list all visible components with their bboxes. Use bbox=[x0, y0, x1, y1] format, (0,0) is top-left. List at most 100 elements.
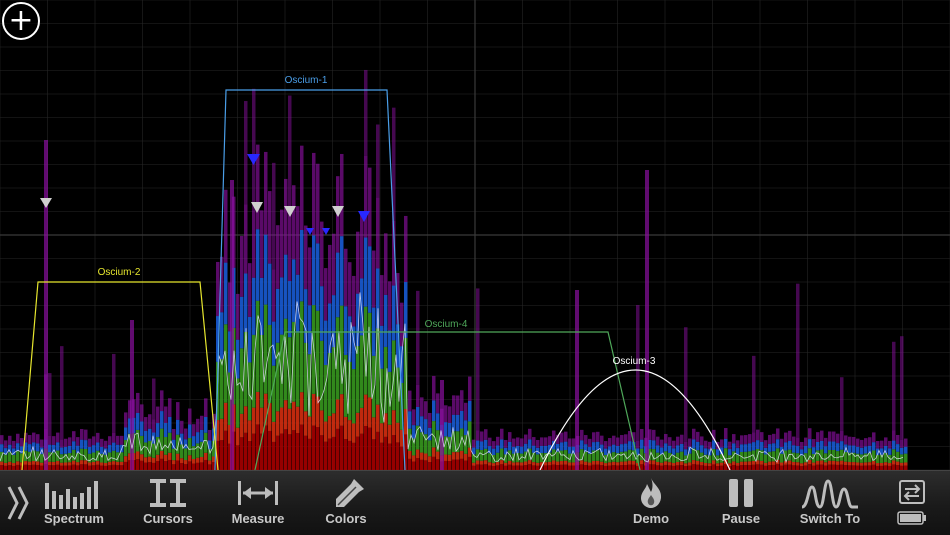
spectrum-bar bbox=[396, 442, 400, 470]
spectrum-bar bbox=[432, 400, 436, 422]
spectrum-bar bbox=[652, 429, 656, 441]
spectrum-bar bbox=[240, 235, 244, 297]
eyedropper-icon bbox=[336, 479, 364, 507]
spectrum-bar bbox=[112, 450, 116, 462]
spectrum-bar bbox=[100, 438, 104, 447]
spectrum-bar bbox=[28, 435, 32, 445]
spectrum-bar bbox=[856, 446, 860, 454]
spectrum-bar bbox=[236, 339, 240, 379]
spectrum-bar bbox=[400, 446, 404, 470]
spectrum-bar bbox=[436, 413, 440, 431]
spectrum-bar bbox=[444, 422, 448, 437]
spectrum-bar bbox=[220, 440, 224, 470]
spectrum-bar bbox=[144, 442, 148, 458]
spectrum-bar bbox=[372, 439, 376, 470]
spectrum-bar bbox=[140, 421, 144, 436]
spectrum-bar bbox=[184, 439, 188, 449]
spectrum-bar bbox=[896, 444, 900, 452]
spectrum-bar bbox=[464, 453, 468, 461]
spectrum-bar bbox=[484, 429, 488, 440]
spectrum-bar bbox=[608, 462, 612, 466]
spectrum-bar bbox=[740, 461, 744, 466]
spectrum-bar bbox=[384, 294, 388, 347]
spectrum-bar bbox=[836, 443, 840, 452]
measure-icon bbox=[238, 481, 278, 505]
spectrum-bar bbox=[812, 439, 816, 448]
spectrum-bar bbox=[292, 430, 296, 470]
spectrum-bar bbox=[192, 446, 196, 460]
add-button[interactable]: + bbox=[2, 2, 40, 40]
peak-marker bbox=[40, 198, 52, 208]
measure-button[interactable]: Measure bbox=[224, 471, 292, 535]
spectrum-bar bbox=[844, 435, 848, 445]
spectrum-bar bbox=[176, 402, 180, 420]
spectrum-bar bbox=[188, 438, 192, 456]
spectrum-bar bbox=[832, 460, 836, 465]
switch-device-icon bbox=[899, 480, 925, 504]
spectrum-bar bbox=[512, 438, 516, 447]
spectrum-bar bbox=[324, 268, 328, 321]
demo-label: Demo bbox=[632, 511, 670, 526]
spectrum-graph[interactable]: Oscium-1 Oscium-2 Oscium-4 Oscium-3 bbox=[0, 0, 950, 470]
spectrum-bar bbox=[116, 444, 120, 453]
spectrum-button[interactable]: Spectrum bbox=[40, 471, 108, 535]
spectrum-bar bbox=[388, 281, 392, 331]
spectrum-bar bbox=[352, 423, 356, 443]
spectrum-bar bbox=[124, 412, 128, 428]
spectrum-bar bbox=[380, 442, 384, 470]
spectrum-bar bbox=[420, 452, 424, 460]
spectrum-bar bbox=[536, 454, 540, 463]
spectrum-bar bbox=[436, 451, 440, 460]
spectrum-bar bbox=[856, 462, 860, 466]
spectrum-bar bbox=[508, 450, 512, 461]
spectrum-display[interactable]: Oscium-1 Oscium-2 Oscium-4 Oscium-3 + bbox=[0, 0, 950, 470]
spectrum-bar bbox=[824, 462, 828, 466]
spectrum-bar bbox=[240, 437, 244, 470]
switch-device-button[interactable] bbox=[890, 471, 934, 535]
spectrum-bar bbox=[428, 427, 432, 441]
pause-button[interactable]: Pause bbox=[710, 471, 772, 535]
spectrum-bar bbox=[580, 460, 584, 465]
spectrum-bar bbox=[716, 463, 720, 467]
spectrum-label: Spectrum bbox=[44, 511, 104, 526]
switch-to-button[interactable]: Switch To bbox=[794, 471, 866, 535]
spectrum-bar bbox=[524, 443, 528, 452]
cursors-button[interactable]: Cursors bbox=[134, 471, 202, 535]
spectrum-bar bbox=[456, 414, 460, 432]
app-window: Oscium-1 Oscium-2 Oscium-4 Oscium-3 + Sp… bbox=[0, 0, 950, 535]
spectrum-bar bbox=[456, 395, 460, 415]
spectrum-bar bbox=[188, 455, 192, 462]
spectrum-spike bbox=[230, 180, 234, 470]
spectrum-bar bbox=[60, 462, 64, 466]
spectrum-bar bbox=[140, 435, 144, 455]
spectrum-bar bbox=[172, 460, 176, 465]
spectrum-bar bbox=[768, 461, 772, 466]
spectrum-bar bbox=[308, 247, 312, 306]
spectrum-bar bbox=[528, 460, 532, 465]
spectrum-bar bbox=[360, 407, 364, 434]
spectrum-bar bbox=[248, 316, 252, 363]
spectrum-bar bbox=[864, 453, 868, 463]
expand-toolbar-button[interactable] bbox=[2, 471, 34, 535]
spectrum-bar bbox=[484, 439, 488, 449]
demo-button[interactable]: Demo bbox=[620, 471, 682, 535]
spectrum-bar bbox=[700, 461, 704, 466]
spectrum-bar bbox=[672, 448, 676, 455]
spectrum-bar bbox=[868, 437, 872, 446]
spectrum-bar bbox=[76, 462, 80, 466]
spectrum-bar bbox=[888, 440, 892, 449]
spectrum-bar bbox=[552, 430, 556, 441]
spectrum-bar bbox=[320, 435, 324, 470]
spectrum-bar bbox=[880, 462, 884, 466]
spectrum-bar bbox=[504, 462, 508, 466]
spectrum-bar bbox=[160, 390, 164, 412]
spectrum-bar bbox=[808, 459, 812, 465]
spectrum-bar bbox=[660, 462, 664, 466]
spectrum-bar bbox=[636, 440, 640, 449]
colors-button[interactable]: Colors bbox=[312, 471, 380, 535]
spectrum-spike bbox=[636, 304, 640, 441]
spectrum-bar bbox=[380, 423, 384, 443]
spectrum-bar bbox=[464, 402, 468, 421]
spectrum-bar bbox=[52, 436, 56, 445]
spectrum-bar bbox=[408, 450, 412, 459]
